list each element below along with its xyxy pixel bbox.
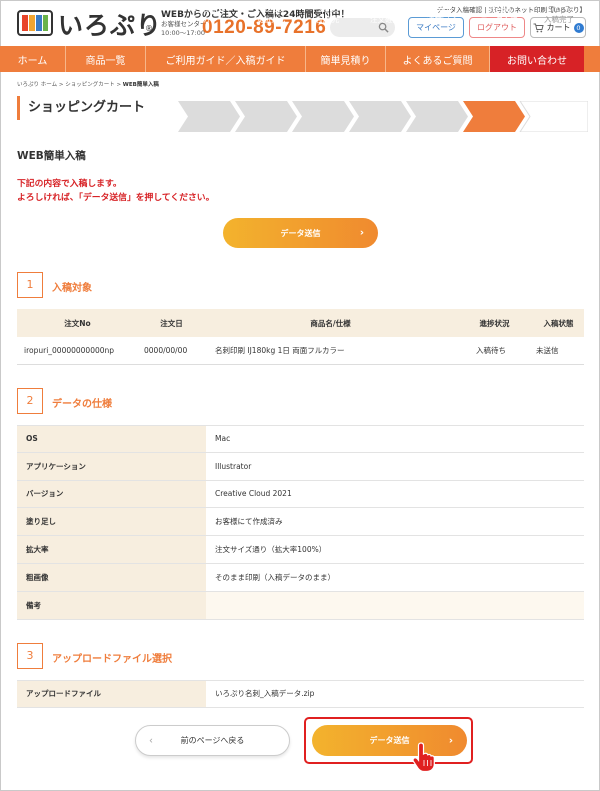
notice-line-2: よろしければ、「データ送信」を押してください。 [17, 192, 215, 203]
step-4-shape [349, 101, 411, 132]
logo-icon[interactable] [17, 10, 53, 36]
step-3-label: 配送先 [316, 15, 340, 24]
step-7: Step7 入稿完了 [530, 0, 588, 31]
order-date-cell: 0000/00/00 [144, 346, 188, 355]
spec-row-scale: 拡大率 注文サイズ通り（拡大率100%） [17, 536, 584, 564]
notice-line-1: 下記の内容で入稿します。 [17, 179, 122, 189]
step-2-label: 支払方法 [256, 15, 286, 24]
spec-value: お客様にて作成済み [206, 508, 584, 536]
highlight-box [304, 717, 473, 764]
step-progress-bar [178, 101, 588, 132]
section-1-number: 1 [17, 272, 43, 298]
step-4-num: Step4 [374, 5, 396, 14]
spec-row-version: バージョン Creative Cloud 2021 [17, 480, 584, 509]
spec-key: 拡大率 [17, 536, 206, 563]
breadcrumb-path[interactable]: いろぷり ホーム > ショッピングカート > [17, 82, 123, 88]
global-nav: ホーム 商品一覧 ご利用ガイド／入稿ガイド 簡単見積り よくあるご質問 お問い合… [0, 46, 600, 72]
logo-registered-mark: ® [145, 24, 153, 33]
step-7-num: Step7 [548, 5, 570, 14]
spec-row-application: アプリケーション Illustrator [17, 452, 584, 481]
section-1-title: 入稿対象 [52, 283, 92, 294]
step-7-label: 入稿完了 [544, 15, 574, 24]
send-data-label: データ送信 [280, 228, 321, 238]
step-6-current: Step6 データ入稿 [473, 0, 525, 31]
spec-value: Illustrator [206, 452, 584, 480]
step-5: Step5 注文完了 [416, 0, 468, 31]
step-5-shape [406, 101, 468, 132]
step-6-num: Step6 [486, 5, 512, 14]
spec-row-notes: 備考 [17, 591, 584, 620]
order-no-cell: iropuri_00000000000np [24, 346, 115, 355]
col-order-date: 注文日 [160, 318, 183, 328]
step-1: Step1 カート [188, 0, 240, 31]
step-6-label: データ入稿 [480, 15, 518, 24]
product-cell: 名刺印刷 IJ180kg 1日 両面フルカラー [215, 346, 345, 355]
nav-item-guide[interactable]: ご利用ガイド／入稿ガイド [146, 46, 306, 72]
spec-key: 塗り足し [17, 508, 206, 536]
breadcrumb: いろぷり ホーム > ショッピングカート > WEB簡単入稿 [17, 80, 159, 88]
step-4: Step4 注文確認 [359, 0, 411, 31]
col-progress: 進捗状況 [479, 318, 510, 328]
step-2-shape [235, 101, 297, 132]
section-3-number: 3 [17, 643, 43, 669]
section-2-number: 2 [17, 388, 43, 414]
step-1-num: Step1 [203, 5, 225, 14]
upload-file-row: アップロードファイル いろぷり名刺_入稿データ.zip [17, 680, 584, 708]
step-3-num: Step3 [317, 5, 339, 14]
send-data-button-top[interactable]: データ送信 › [223, 218, 378, 248]
spec-key: 備考 [17, 591, 206, 619]
step-2-num: Step2 [260, 5, 282, 14]
step-1-shape [178, 101, 240, 132]
nav-item-contact[interactable]: お問い合わせ [490, 46, 584, 72]
table-row: iropuri_00000000000np 0000/00/00 名刺印刷 IJ… [17, 337, 584, 365]
orders-table-header: 注文No 注文日 商品名/仕様 進捗状況 入稿状態 [17, 309, 584, 337]
orders-table: 注文No 注文日 商品名/仕様 進捗状況 入稿状態 iropuri_000000… [17, 309, 584, 365]
step-3: Step3 配送先 [302, 0, 354, 31]
section-3-title: アップロードファイル選択 [52, 654, 172, 665]
step-7-shape [519, 101, 588, 132]
spec-row-bleed: 塗り足し お客様にて作成済み [17, 508, 584, 537]
spec-value: そのまま印刷（入稿データのまま） [206, 563, 584, 591]
spec-key: アプリケーション [17, 452, 206, 480]
upload-file-key: アップロードファイル [17, 681, 206, 707]
spec-table: OS Mac アプリケーション Illustrator バージョン Creative … [17, 425, 584, 620]
step-5-num: Step5 [431, 5, 453, 14]
step-6-shape [463, 101, 525, 132]
step-4-label: 注文確認 [370, 15, 400, 24]
section-2-title: データの仕様 [52, 399, 112, 410]
chevron-left-icon: ‹ [149, 735, 153, 746]
col-order-no: 注文No [64, 318, 91, 328]
spec-value: 注文サイズ通り（拡大率100%） [206, 536, 584, 563]
spec-row-low-res-image: 粗画像 そのまま印刷（入稿データのまま） [17, 563, 584, 592]
progress-cell: 入稿待ち [476, 346, 506, 355]
nav-item-products[interactable]: 商品一覧 [66, 46, 146, 72]
spec-key: 粗画像 [17, 563, 206, 591]
spec-key: バージョン [17, 480, 206, 508]
back-button[interactable]: ‹ 前のページへ戻る [135, 725, 290, 756]
notice-text: 下記の内容で入稿します。 よろしければ、「データ送信」を押してください。 [17, 178, 214, 205]
spec-value: Mac [206, 426, 584, 452]
col-product: 商品名/仕様 [310, 318, 351, 328]
step-3-shape [292, 101, 354, 132]
spec-key: OS [17, 426, 206, 452]
upload-status-cell: 未送信 [536, 346, 559, 355]
col-upload-status: 入稿状態 [543, 318, 574, 328]
chevron-right-icon: › [359, 227, 364, 239]
step-5-label: 注文完了 [427, 15, 457, 24]
section-heading: WEB簡単入稿 [17, 150, 86, 162]
spec-value: Creative Cloud 2021 [206, 480, 584, 508]
step-1-label: カート [202, 15, 226, 24]
nav-item-faq[interactable]: よくあるご質問 [386, 46, 490, 72]
upload-file-value[interactable]: いろぷり名刺_入稿データ.zip [206, 681, 584, 707]
nav-item-estimate[interactable]: 簡単見積り [306, 46, 386, 72]
back-button-label: 前のページへ戻る [180, 736, 245, 745]
spec-value [206, 591, 584, 619]
page-title: ショッピングカート [17, 96, 145, 120]
spec-row-os: OS Mac [17, 425, 584, 453]
nav-item-home[interactable]: ホーム [0, 46, 66, 72]
step-2: Step2 支払方法 [245, 0, 297, 31]
hand-pointer-icon [412, 742, 435, 773]
upload-table: アップロードファイル いろぷり名刺_入稿データ.zip [17, 680, 584, 708]
breadcrumb-current: WEB簡単入稿 [122, 82, 159, 88]
